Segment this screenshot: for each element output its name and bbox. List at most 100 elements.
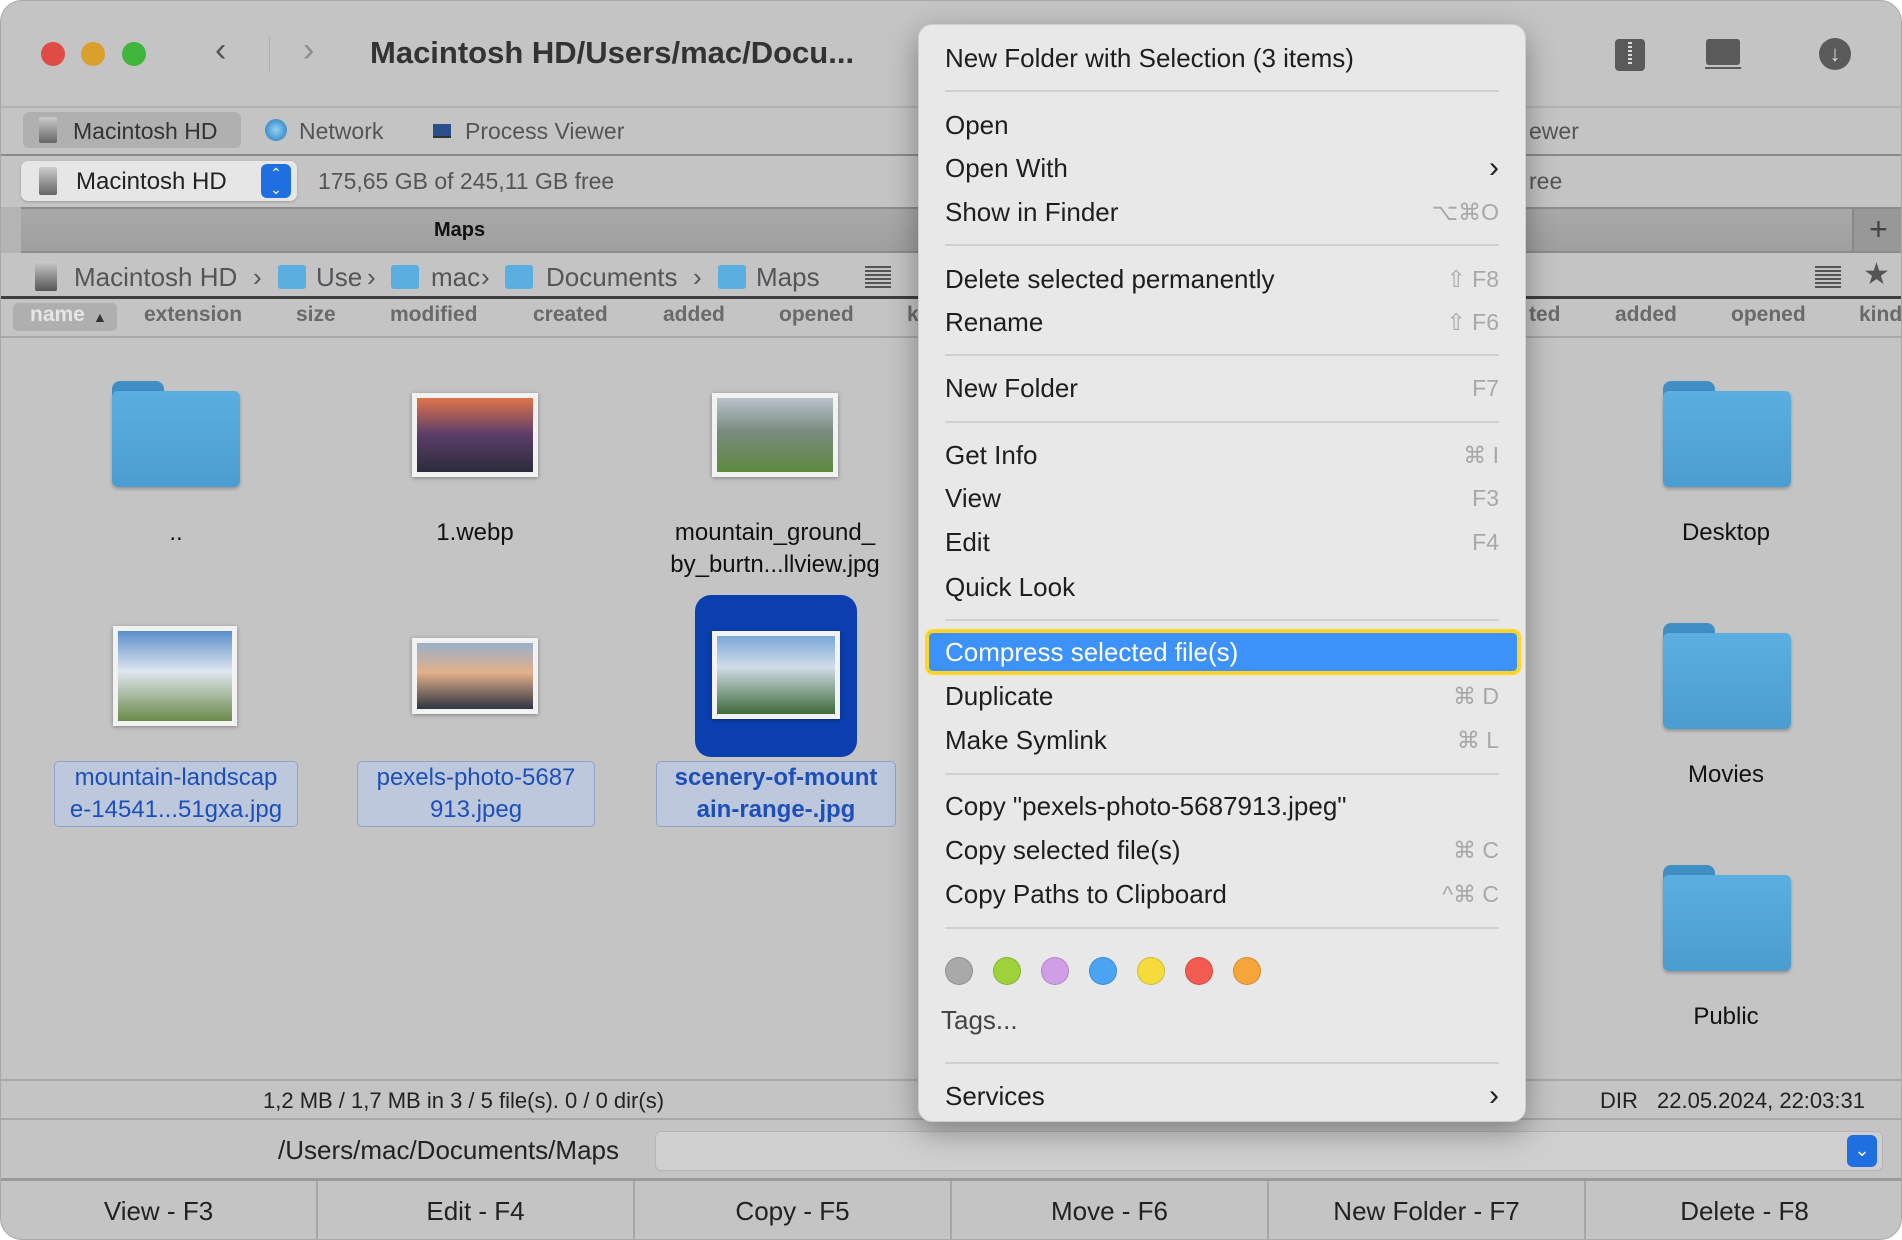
copy-button[interactable]: Copy - F5 [635, 1181, 952, 1239]
menu-item-services[interactable]: Services › [945, 1075, 1499, 1117]
minimize-button[interactable] [81, 42, 105, 66]
menu-item-copy-paths[interactable]: Copy Paths to Clipboard ^⌘ C [945, 873, 1499, 915]
tag-gray[interactable] [945, 957, 973, 985]
right-tab-label[interactable]: ewer [1529, 118, 1579, 145]
divider [269, 35, 270, 73]
network-line [1705, 67, 1741, 69]
folder-icon[interactable] [112, 381, 240, 487]
file-label[interactable]: 1.webp [381, 517, 569, 549]
public-folder-icon[interactable] [1663, 865, 1791, 971]
menu-item-open[interactable]: Open [945, 104, 1499, 146]
file-label-selected[interactable]: pexels-photo-5687 913.jpeg [357, 761, 595, 827]
breadcrumb-item[interactable]: Use [316, 262, 362, 293]
tab-macintosh-hd[interactable]: Macintosh HD [23, 112, 241, 148]
free-space: 175,65 GB of 245,11 GB free [318, 168, 615, 194]
desktop-folder-icon[interactable] [1663, 381, 1791, 487]
tag-green[interactable] [993, 957, 1021, 985]
archive-icon[interactable] [1615, 39, 1645, 71]
image-thumbnail[interactable] [113, 626, 237, 726]
tab-label: Macintosh HD [73, 118, 218, 144]
menu-item-duplicate[interactable]: Duplicate ⌘ D [945, 675, 1499, 717]
menu-item-get-info[interactable]: Get Info ⌘ I [945, 434, 1499, 476]
image-thumbnail[interactable] [712, 393, 838, 477]
breadcrumb-item[interactable]: Documents [546, 262, 678, 293]
menu-item-rename[interactable]: Rename ⇧ F6 [945, 301, 1499, 343]
panel-header-edge [1, 207, 21, 253]
file-label[interactable]: Desktop [1641, 517, 1811, 549]
sort-ascending-icon: ▲ [93, 309, 107, 325]
selection-status: 1,2 MB / 1,7 MB in 3 / 5 file(s). 0 / 0 … [263, 1088, 665, 1113]
chevron-updown-icon: ⌃ ⌄ [261, 164, 291, 198]
column-header-created[interactable]: created [533, 303, 608, 327]
globe-icon [265, 119, 287, 141]
file-label[interactable]: mountain_ground_ by_burtn...llview.jpg [655, 517, 895, 581]
menu-item-show-in-finder[interactable]: Show in Finder ⌥⌘O [945, 191, 1499, 233]
column-header-created[interactable]: ted [1529, 303, 1561, 327]
laptop-icon [433, 124, 451, 138]
file-label[interactable]: Movies [1641, 759, 1811, 791]
network-folder-icon[interactable] [1706, 39, 1740, 65]
edit-button[interactable]: Edit - F4 [318, 1181, 635, 1239]
favorites-star-icon[interactable]: ★ [1863, 257, 1890, 292]
context-menu: New Folder with Selection (3 items) Open… [918, 24, 1526, 1122]
zoom-button[interactable] [122, 42, 146, 66]
menu-item-copy-file[interactable]: Copy "pexels-photo-5687913.jpeg" [945, 785, 1499, 827]
menu-item-make-symlink[interactable]: Make Symlink ⌘ L [945, 719, 1499, 761]
tag-purple[interactable] [1041, 957, 1069, 985]
menu-item-compress-selected[interactable]: Compress selected file(s) [945, 631, 1499, 673]
menu-item-new-folder-with-selection[interactable]: New Folder with Selection (3 items) [945, 37, 1499, 79]
close-button[interactable] [41, 42, 65, 66]
menu-item-edit[interactable]: Edit F4 [945, 521, 1499, 563]
menu-item-quick-look[interactable]: Quick Look [945, 566, 1499, 608]
column-header-modified[interactable]: modified [390, 303, 478, 327]
delete-button[interactable]: Delete - F8 [1586, 1181, 1901, 1239]
image-thumbnail[interactable] [412, 393, 538, 477]
file-label-selected[interactable]: mountain-landscap e-14541...51gxa.jpg [54, 761, 298, 827]
menu-item-view[interactable]: View F3 [945, 477, 1499, 519]
column-header-added[interactable]: added [1615, 303, 1677, 327]
menu-item-open-with[interactable]: Open With › [945, 147, 1499, 189]
column-header-extension[interactable]: extension [144, 303, 242, 327]
folder-icon [391, 265, 419, 289]
column-header-kind[interactable]: kind [1859, 303, 1901, 327]
column-header-added[interactable]: added [663, 303, 725, 327]
breadcrumb-item[interactable]: mac [431, 262, 480, 293]
breadcrumb-item[interactable]: Maps [756, 262, 820, 293]
move-button[interactable]: Move - F6 [952, 1181, 1269, 1239]
right-free-space: ree [1529, 168, 1563, 194]
tag-yellow[interactable] [1137, 957, 1165, 985]
column-header-kind[interactable]: k [907, 303, 919, 327]
file-label-focused[interactable]: scenery-of-mount ain-range-.jpg [656, 761, 896, 827]
column-header-size[interactable]: size [296, 303, 336, 327]
menu-item-delete-permanently[interactable]: Delete selected permanently ⇧ F8 [945, 258, 1499, 300]
tag-orange[interactable] [1233, 957, 1261, 985]
panel-title: Maps [434, 219, 486, 241]
chevron-down-icon[interactable]: ⌄ [1847, 1135, 1877, 1167]
forward-icon[interactable]: › [303, 31, 314, 70]
file-label[interactable]: Public [1641, 1001, 1811, 1033]
column-header-opened[interactable]: opened [1731, 303, 1806, 327]
file-label-parent[interactable]: .. [116, 517, 236, 549]
download-icon[interactable]: ↓ [1819, 38, 1851, 70]
menu-item-copy-selected[interactable]: Copy selected file(s) ⌘ C [945, 829, 1499, 871]
add-tab-icon[interactable]: + [1852, 209, 1901, 251]
image-thumbnail[interactable] [712, 631, 840, 719]
tag-blue[interactable] [1089, 957, 1117, 985]
column-header-opened[interactable]: opened [779, 303, 854, 327]
new-folder-button[interactable]: New Folder - F7 [1269, 1181, 1586, 1239]
list-view-icon[interactable] [865, 266, 891, 288]
image-thumbnail[interactable] [412, 638, 538, 714]
movies-folder-icon[interactable] [1663, 623, 1791, 729]
menu-item-new-folder[interactable]: New Folder F7 [945, 367, 1499, 409]
breadcrumb-item[interactable]: Macintosh HD [74, 262, 237, 293]
back-icon[interactable]: ‹ [215, 31, 226, 70]
tab-label: Network [299, 118, 384, 144]
list-view-icon[interactable] [1815, 266, 1841, 288]
menu-item-tags[interactable]: Tags... [941, 999, 1499, 1041]
tag-red[interactable] [1185, 957, 1213, 985]
chevron-right-icon: › [1489, 151, 1499, 184]
command-input[interactable] [655, 1131, 1883, 1171]
column-header-name[interactable]: name [30, 303, 85, 327]
drive-selector[interactable]: Macintosh HD ⌃ ⌄ [21, 161, 297, 201]
view-button[interactable]: View - F3 [1, 1181, 318, 1239]
